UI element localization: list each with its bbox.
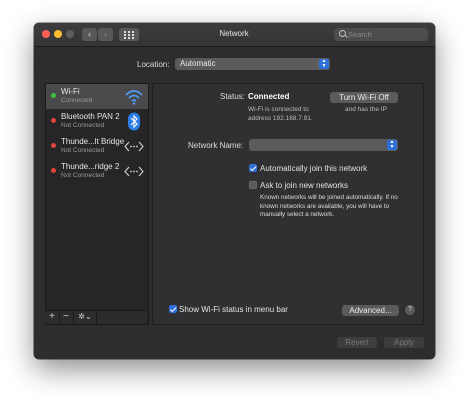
window-title: Network <box>219 29 249 38</box>
advanced-button[interactable]: Advanced... <box>342 305 399 316</box>
service-list: Wi-Fi Connected Bluetooth PAN 2 Not Conn… <box>45 83 149 325</box>
network-name-select[interactable]: ▲ ▼ <box>249 139 398 151</box>
auto-join-label: Automatically join this network <box>260 164 368 173</box>
status-label: Status: <box>220 92 245 101</box>
bluetooth-icon <box>128 112 140 131</box>
service-name: Thunde...ridge 2 <box>61 162 120 171</box>
revert-button[interactable]: Revert <box>337 337 377 348</box>
status-description: Wi-Fi is connected to address 192.168.7.… <box>248 106 313 122</box>
thunderbolt-bridge-icon <box>124 166 144 177</box>
back-button[interactable]: ‹ <box>82 28 97 41</box>
title-bar: ‹ › Network <box>34 23 435 47</box>
service-status: Not Connected <box>61 122 105 129</box>
show-all-button[interactable] <box>119 28 139 41</box>
status-description-ip: and has the IP <box>345 106 387 113</box>
turn-wifi-off-button[interactable]: Turn Wi-Fi Off <box>330 92 398 103</box>
menubar-status-label: Show Wi-Fi status in menu bar <box>179 305 288 314</box>
forward-button[interactable]: › <box>98 28 113 41</box>
search-field[interactable] <box>334 28 428 41</box>
service-name: Bluetooth PAN 2 <box>61 112 120 121</box>
service-name: Wi-Fi <box>61 87 80 96</box>
service-status: Not Connected <box>61 172 105 179</box>
network-name-label: Network Name: <box>188 141 244 150</box>
thunderbolt-bridge-icon <box>124 141 144 152</box>
add-service-button[interactable]: + <box>45 311 60 324</box>
service-item-thunderbolt-bridge[interactable]: Thunde...lt Bridge Not Connected <box>46 134 148 159</box>
service-name: Thunde...lt Bridge <box>61 137 125 146</box>
search-icon <box>339 30 346 37</box>
close-window-button[interactable] <box>42 30 50 38</box>
remove-service-button[interactable]: − <box>59 311 74 324</box>
status-dot <box>51 143 56 148</box>
ask-join-checkbox[interactable] <box>249 181 257 189</box>
status-dot <box>51 168 56 173</box>
ask-join-description: Known networks will be joined automatica… <box>260 194 398 218</box>
location-value: Automatic <box>180 59 216 68</box>
wifi-icon <box>125 90 143 105</box>
service-status: Not Connected <box>61 147 105 154</box>
menubar-status-checkbox[interactable] <box>169 305 177 313</box>
search-input[interactable] <box>348 28 424 41</box>
status-value: Connected <box>248 92 290 101</box>
service-list-toolbar: + − ✲⌄ <box>45 310 147 324</box>
chevron-updown-icon: ▲ ▼ <box>387 140 397 150</box>
service-item-bluetooth-pan-2[interactable]: Bluetooth PAN 2 Not Connected <box>46 109 148 134</box>
location-select[interactable]: Automatic ▲ ▼ <box>175 58 330 70</box>
action-menu-button[interactable]: ✲⌄ <box>74 311 97 324</box>
apply-button[interactable]: Apply <box>384 337 424 348</box>
help-button[interactable]: ? <box>405 305 415 315</box>
ask-join-label: Ask to join new networks <box>260 181 349 190</box>
minimize-window-button[interactable] <box>54 30 62 38</box>
status-dot <box>51 118 56 123</box>
network-preferences-window: ‹ › Network Location: Automatic ▲▼ Wi-Fi… <box>34 23 435 359</box>
service-item-wifi[interactable]: Wi-Fi Connected <box>46 84 148 109</box>
zoom-window-button[interactable] <box>66 30 74 38</box>
auto-join-checkbox[interactable] <box>249 164 257 172</box>
service-status: Connected <box>61 97 93 104</box>
status-dot <box>51 93 56 98</box>
location-label: Location: <box>137 60 170 69</box>
service-item-thunderbolt-bridge-2[interactable]: Thunde...ridge 2 Not Connected <box>46 159 148 184</box>
chevron-updown-icon: ▲ ▼ <box>319 59 329 69</box>
